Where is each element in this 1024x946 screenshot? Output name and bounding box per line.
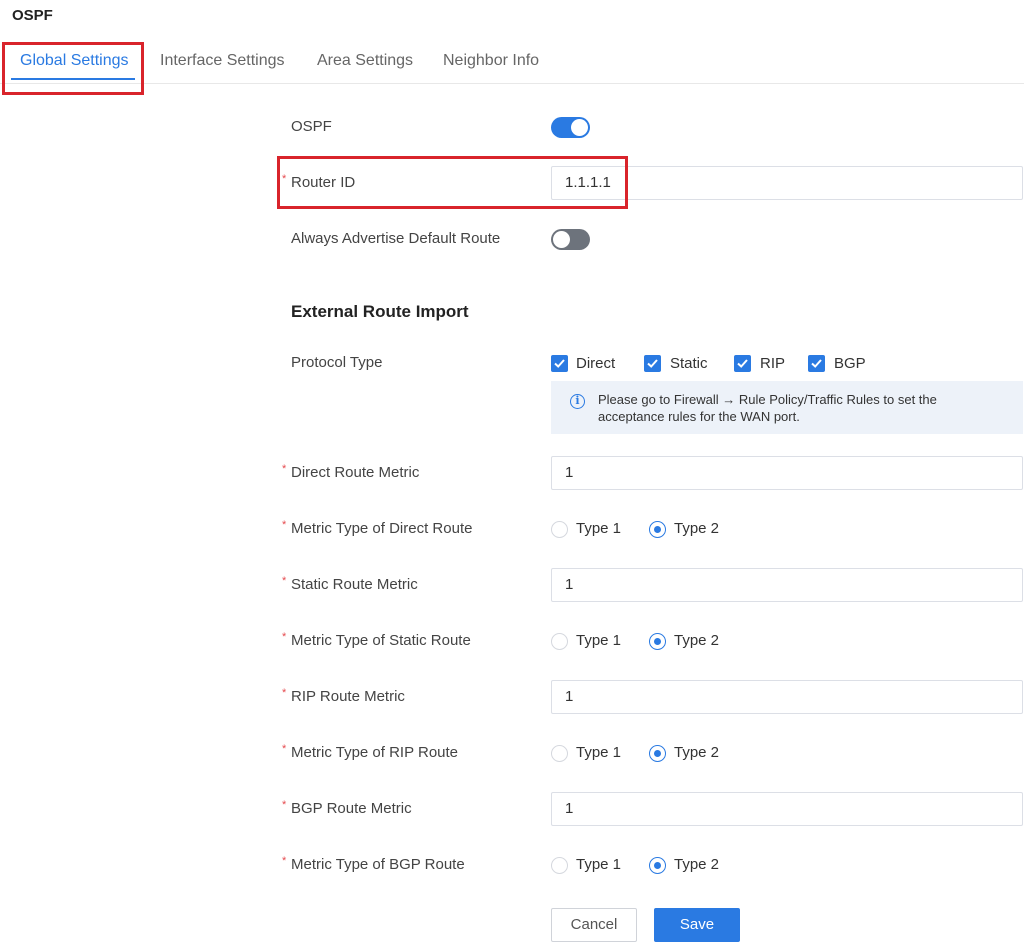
checkbox-rip[interactable]: [734, 355, 751, 372]
rip-route-metric-input[interactable]: 1: [551, 680, 1023, 714]
radio-rip-type1[interactable]: [551, 745, 568, 762]
required-mark: *: [282, 743, 287, 755]
cancel-button[interactable]: Cancel: [551, 908, 637, 942]
radio-static-type2[interactable]: [649, 633, 666, 650]
notice-box: i Please go to Firewall → Rule Policy/Tr…: [551, 381, 1023, 434]
checkbox-bgp-label: BGP: [834, 355, 866, 372]
page-title: OSPF: [12, 7, 53, 24]
tab-interface-settings[interactable]: Interface Settings: [160, 52, 285, 70]
bgp-route-metric-input[interactable]: 1: [551, 792, 1023, 826]
highlight-box-tab: [2, 42, 144, 95]
radio-bgp-type1[interactable]: [551, 857, 568, 874]
info-icon: i: [570, 394, 585, 409]
checkbox-bgp[interactable]: [808, 355, 825, 372]
radio-rip-type1-label: Type 1: [576, 744, 622, 761]
radio-direct-type2-label: Type 2: [674, 520, 720, 537]
protocol-type-label: Protocol Type: [291, 354, 383, 371]
metric-type-static-label: Metric Type of Static Route: [291, 632, 471, 649]
radio-direct-type2[interactable]: [649, 521, 666, 538]
checkbox-static[interactable]: [644, 355, 661, 372]
radio-bgp-type2-label: Type 2: [674, 856, 720, 873]
radio-direct-type1[interactable]: [551, 521, 568, 538]
radio-bgp-type1-label: Type 1: [576, 856, 622, 873]
static-route-metric-input[interactable]: 1: [551, 568, 1023, 602]
ospf-toggle[interactable]: [551, 117, 590, 138]
notice-text: Please go to Firewall → Rule Policy/Traf…: [598, 392, 937, 424]
metric-type-rip-label: Metric Type of RIP Route: [291, 744, 459, 761]
save-button[interactable]: Save: [654, 908, 740, 942]
required-mark: *: [282, 855, 287, 867]
always-advertise-toggle[interactable]: [551, 229, 590, 250]
metric-type-direct-label: Metric Type of Direct Route: [291, 520, 473, 537]
required-mark: *: [282, 631, 287, 643]
radio-direct-type1-label: Type 1: [576, 520, 622, 537]
direct-route-metric-label: Direct Route Metric: [291, 464, 420, 481]
ospf-label: OSPF: [291, 118, 332, 135]
tab-area-settings[interactable]: Area Settings: [317, 52, 413, 70]
static-route-metric-label: Static Route Metric: [291, 576, 418, 593]
highlight-box-router-id: [277, 156, 628, 209]
radio-static-type1-label: Type 1: [576, 632, 622, 649]
required-mark: *: [282, 687, 287, 699]
radio-static-type1[interactable]: [551, 633, 568, 650]
toggle-knob: [571, 119, 588, 136]
section-title-external-route-import: External Route Import: [291, 302, 469, 321]
rip-route-metric-label: RIP Route Metric: [291, 688, 405, 705]
always-advertise-label: Always Advertise Default Route: [291, 230, 501, 247]
radio-static-type2-label: Type 2: [674, 632, 720, 649]
checkbox-static-label: Static: [670, 355, 708, 372]
checkbox-direct-label: Direct: [576, 355, 616, 372]
required-mark: *: [282, 463, 287, 475]
required-mark: *: [282, 799, 287, 811]
direct-route-metric-input[interactable]: 1: [551, 456, 1023, 490]
radio-rip-type2[interactable]: [649, 745, 666, 762]
required-mark: *: [282, 519, 287, 531]
toggle-knob: [553, 231, 570, 248]
radio-bgp-type2[interactable]: [649, 857, 666, 874]
checkbox-direct[interactable]: [551, 355, 568, 372]
tab-neighbor-info[interactable]: Neighbor Info: [443, 52, 539, 70]
checkbox-rip-label: RIP: [760, 355, 786, 372]
tab-bar: Global Settings Interface Settings Area …: [0, 40, 1024, 84]
bgp-route-metric-label: BGP Route Metric: [291, 800, 412, 817]
radio-rip-type2-label: Type 2: [674, 744, 720, 761]
required-mark: *: [282, 575, 287, 587]
metric-type-bgp-label: Metric Type of BGP Route: [291, 856, 465, 873]
